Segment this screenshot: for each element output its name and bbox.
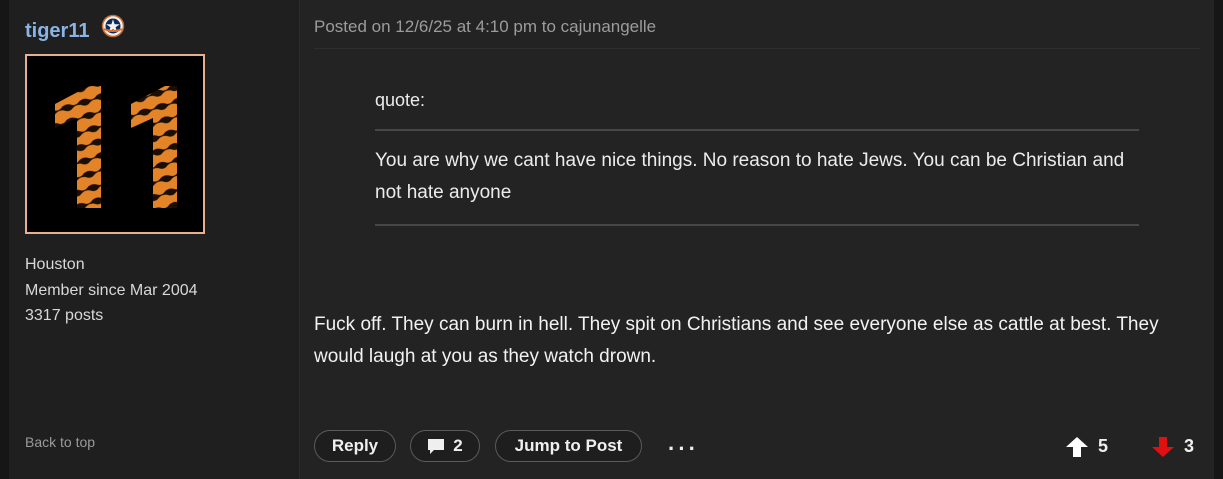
post-body: Fuck off. They can burn in hell. They sp…: [314, 314, 1159, 367]
upvote-button[interactable]: 5: [1066, 436, 1108, 457]
jump-to-post-label: Jump to Post: [514, 436, 623, 455]
user-meta: Houston Member since Mar 2004 3317 posts: [25, 252, 198, 329]
quote-text: You are why we cant have nice things. No…: [375, 150, 1125, 203]
back-to-top-link[interactable]: Back to top: [25, 434, 95, 450]
user-sidebar: tiger11 Houston Member since Mar 2004 33…: [9, 0, 300, 479]
comment-bubble-icon: [428, 438, 445, 454]
left-gutter: [0, 0, 9, 479]
downvote-arrow-icon: [1152, 436, 1174, 457]
user-location: Houston: [25, 256, 85, 273]
reply-label: Reply: [331, 436, 379, 455]
quote-bottom-divider: [375, 224, 1139, 226]
username-link[interactable]: tiger11: [25, 20, 89, 43]
more-options-button[interactable]: ···: [668, 436, 699, 462]
post-content: Posted on 12/6/25 at 4:10 pm to cajunang…: [300, 0, 1214, 479]
right-gutter: [1214, 0, 1223, 479]
astros-star-badge-icon: [101, 14, 125, 38]
upvote-arrow-icon: [1066, 436, 1088, 457]
quote-block: quote: You are why we cant have nice thi…: [375, 90, 1139, 226]
user-member-since: Member since Mar 2004: [25, 281, 198, 299]
downvote-count: 3: [1184, 436, 1195, 456]
downvote-button[interactable]: 3: [1152, 436, 1194, 457]
reply-button[interactable]: Reply: [314, 430, 396, 462]
upvote-count: 5: [1098, 436, 1109, 456]
post-header: Posted on 12/6/25 at 4:10 pm to cajunang…: [314, 17, 657, 36]
tiger-stripe-eleven-image: [27, 56, 203, 232]
header-divider: [314, 48, 1200, 49]
jump-to-post-button[interactable]: Jump to Post: [495, 430, 642, 462]
comment-count: 2: [453, 436, 463, 455]
user-avatar[interactable]: [25, 54, 205, 234]
user-post-count: 3317 posts: [25, 307, 104, 324]
comments-button[interactable]: 2: [410, 430, 480, 462]
quote-label: quote:: [375, 90, 426, 110]
